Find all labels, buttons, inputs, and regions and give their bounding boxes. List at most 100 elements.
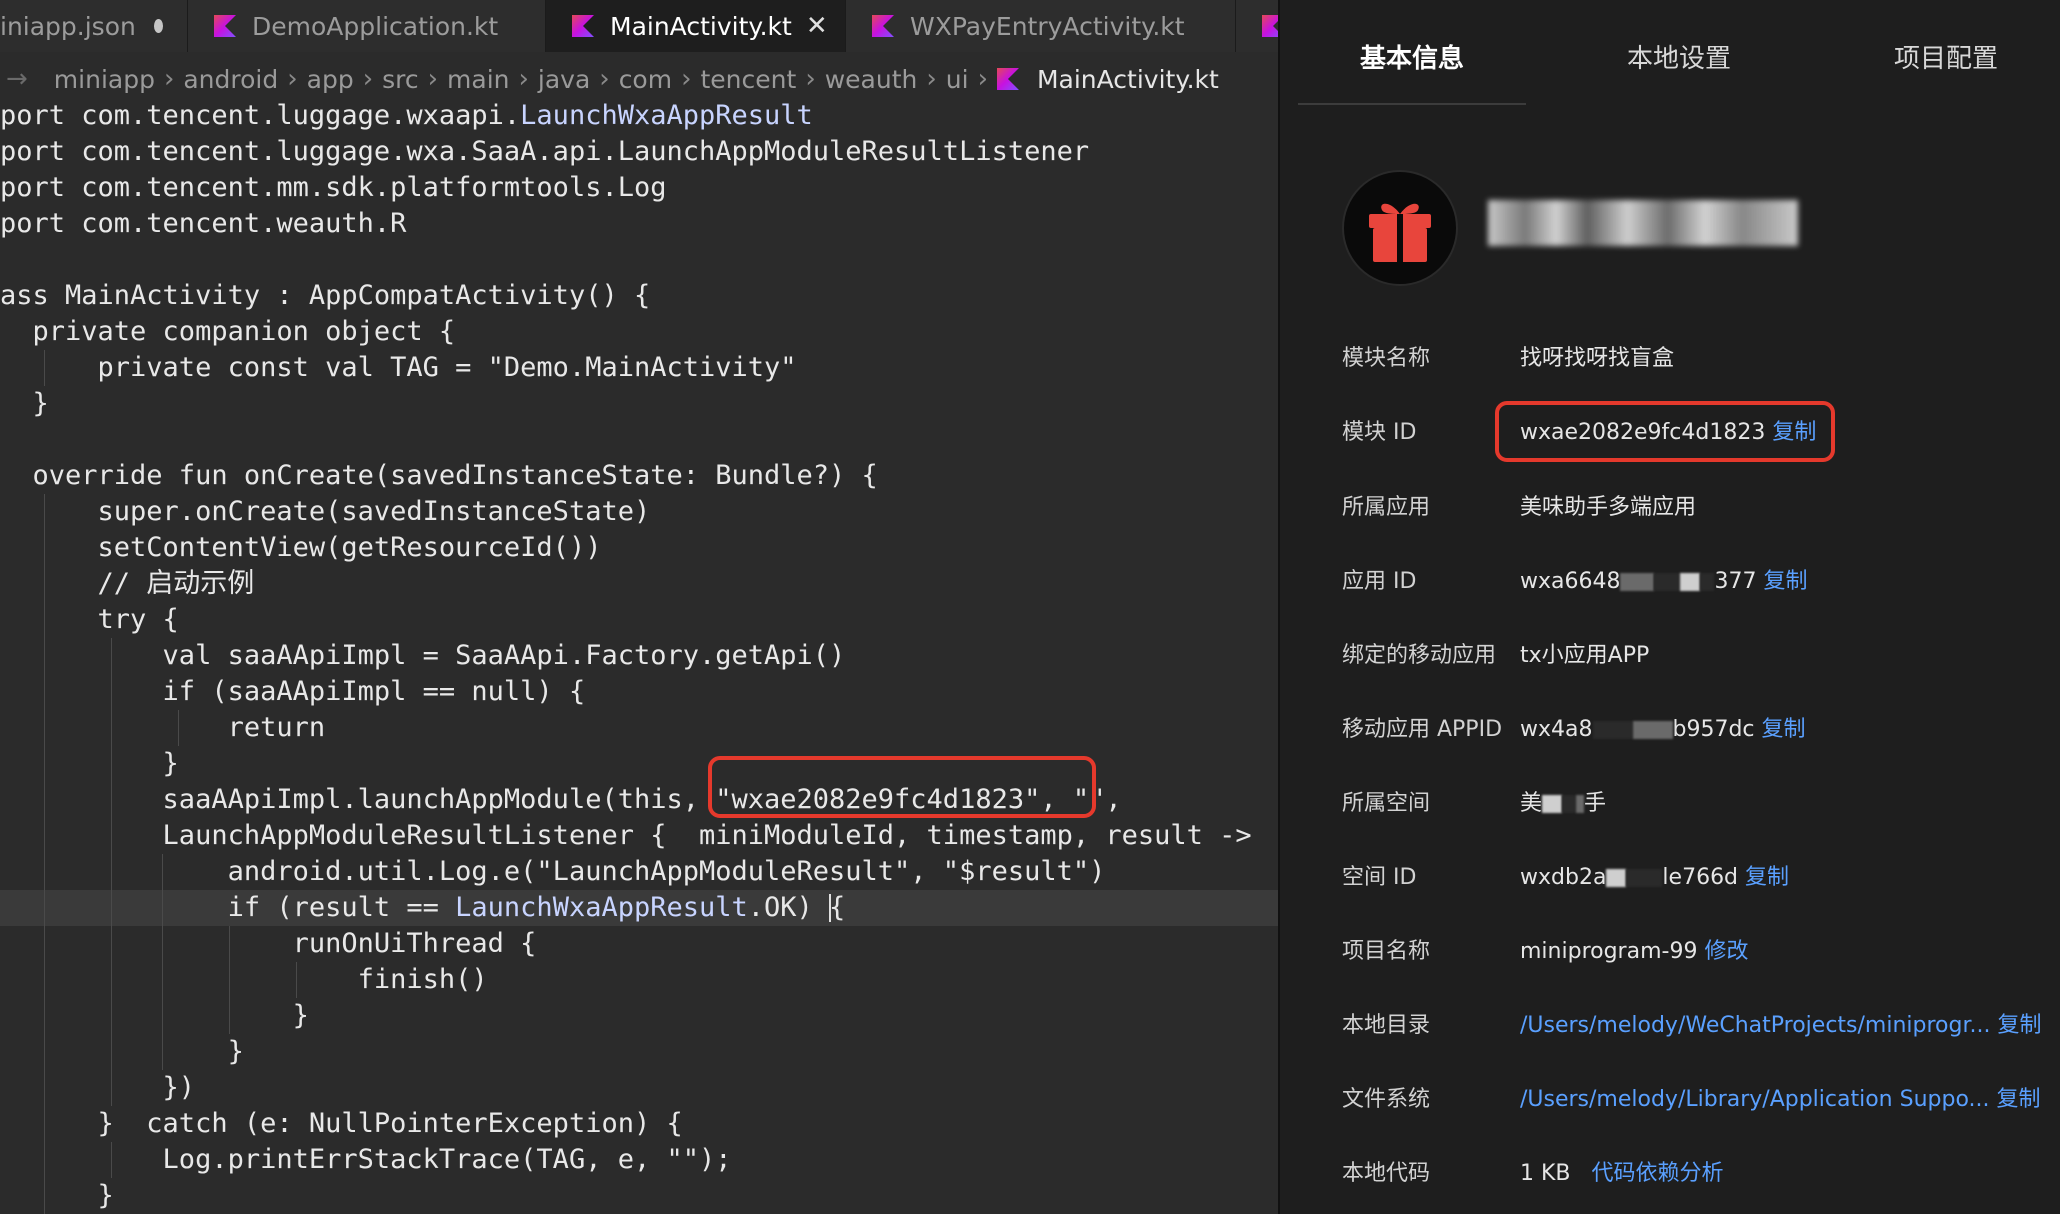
code-text: if (saaAApiImpl == null) {	[0, 676, 586, 707]
copy-mobile-appid-button[interactable]: 复制	[1762, 717, 1806, 742]
editor-tab-bar: iniapp.json DemoApplication.kt MainActiv…	[0, 0, 1278, 52]
redacted-text	[1626, 869, 1663, 887]
project-details-panel: 基本信息 本地设置 项目配置 模块名称 找呀找呀找盲盒 模块 ID wxae20…	[1280, 0, 2060, 1214]
tab-demo-application[interactable]: DemoApplication.kt	[188, 0, 546, 52]
breadcrumb-item[interactable]: app	[307, 65, 354, 94]
code-text: LaunchAppModuleResultListener { miniModu…	[0, 820, 1252, 851]
copy-space-id-button[interactable]: 复制	[1745, 865, 1789, 890]
code-editor[interactable]: iniapp.json DemoApplication.kt MainActiv…	[0, 0, 1278, 1214]
tab-wxpay-entry-activity[interactable]: WXPayEntryActivity.kt	[846, 0, 1236, 52]
copy-app-id-button[interactable]: 复制	[1763, 569, 1807, 594]
code-text: return	[0, 712, 326, 743]
redacted-app-name	[1488, 200, 1798, 246]
highlight-box	[708, 756, 1096, 818]
tab-miniapp-json[interactable]: iniapp.json	[0, 0, 188, 52]
mobile-appid-label: 移动应用 APPID	[1342, 717, 1503, 742]
code-line: private const val TAG = "Demo.MainActivi…	[0, 350, 1278, 386]
code-text: android.util.Log.e("LaunchAppModuleResul…	[0, 856, 1106, 887]
tab-label: DemoApplication.kt	[252, 11, 499, 41]
code-text: val saaAApiImpl = SaaAApi.Factory.getApi…	[0, 640, 846, 671]
breadcrumb-file[interactable]: MainActivity.kt	[1037, 65, 1219, 94]
code-line: port com.tencent.luggage.wxaapi.LaunchWx…	[0, 98, 1278, 134]
tab-label: WXPayEntryActivity.kt	[910, 11, 1185, 41]
tab-basic-info[interactable]: 基本信息	[1360, 38, 1464, 75]
breadcrumb-item[interactable]: com	[619, 65, 672, 94]
code-line: port com.tencent.luggage.wxa.SaaA.api.La…	[0, 136, 1090, 167]
code-text: setContentView(getResourceId())	[0, 532, 602, 563]
local-dir-label: 本地目录	[1342, 1013, 1431, 1038]
tab-label: iniapp.json	[0, 11, 136, 41]
current-code-line: if (result == LaunchWxaAppResult.OK) {	[0, 890, 1278, 926]
redacted-text	[1562, 795, 1577, 813]
file-system-link[interactable]: /Users/melody/Library/Application Suppo.…	[1520, 1087, 1990, 1112]
code-line: // 启动示例	[0, 566, 1278, 602]
app-value: 美味助手多端应用	[1520, 495, 1697, 520]
breadcrumb-item[interactable]: miniapp	[54, 65, 155, 94]
bound-app-label: 绑定的移动应用	[1342, 643, 1497, 668]
tab-project-config[interactable]: 项目配置	[1894, 38, 1998, 75]
redacted-text	[1700, 573, 1715, 591]
code-line: port com.tencent.weauth.R	[0, 208, 407, 239]
code-area[interactable]: port com.tencent.luggage.wxaapi.LaunchWx…	[0, 98, 1278, 1214]
code-text: }	[0, 1036, 244, 1067]
text-cursor	[829, 894, 831, 922]
chevron-right-icon: ›	[518, 64, 529, 94]
chevron-right-icon: ›	[163, 64, 175, 94]
space-id-value-start: wxdb2a	[1520, 865, 1607, 890]
breadcrumb-item[interactable]: src	[382, 65, 419, 94]
code-text: LaunchWxaAppResult	[520, 100, 813, 131]
breadcrumb-item[interactable]: java	[538, 65, 590, 94]
redacted-text	[1620, 573, 1655, 591]
chevron-right-icon: ›	[427, 64, 439, 94]
chevron-right-icon: ›	[681, 64, 692, 94]
copy-local-dir-button[interactable]: 复制	[1997, 1013, 2041, 1038]
kotlin-file-icon	[996, 68, 1019, 90]
file-system-value-group: /Users/melody/Library/Application Suppo.…	[1520, 1080, 2041, 1120]
local-dir-value-group: /Users/melody/WeChatProjects/miniprogr..…	[1520, 1006, 2042, 1046]
space-value-group: 美手	[1520, 784, 1606, 824]
code-line: return	[0, 710, 1278, 746]
project-name-label: 项目名称	[1342, 939, 1431, 964]
bound-app-value: tx小应用APP	[1520, 643, 1650, 668]
file-system-label: 文件系统	[1342, 1087, 1431, 1112]
code-line: finish()	[0, 962, 1278, 998]
code-text: Log.printErrStackTrace(TAG, e, "");	[0, 1144, 732, 1175]
breadcrumb: → miniapp › android › app › src › main › java…	[0, 57, 1278, 101]
code-text: try {	[0, 604, 179, 635]
kotlin-file-icon	[572, 15, 594, 37]
code-text: LaunchWxaAppResult	[455, 892, 748, 923]
code-text: })	[0, 1072, 196, 1103]
kotlin-file-icon	[214, 15, 236, 37]
app-id-value-start: wxa6648	[1520, 569, 1621, 594]
code-text: private const val TAG = "Demo.MainActivi…	[0, 352, 797, 383]
tab-local-settings[interactable]: 本地设置	[1627, 38, 1731, 75]
code-text: finish()	[0, 964, 488, 995]
breadcrumb-item[interactable]: main	[447, 65, 509, 94]
local-dir-link[interactable]: /Users/melody/WeChatProjects/miniprogr..…	[1520, 1013, 1990, 1038]
code-line: })	[0, 1070, 1278, 1106]
breadcrumb-item[interactable]: android	[183, 65, 278, 94]
app-id-label: 应用 ID	[1342, 569, 1417, 594]
code-text: }	[0, 1180, 114, 1211]
edit-project-name-button[interactable]: 修改	[1704, 939, 1748, 964]
copy-file-system-button[interactable]: 复制	[1997, 1087, 2041, 1112]
breadcrumb-item[interactable]: tencent	[701, 65, 797, 94]
space-id-value-end: le766d	[1662, 865, 1739, 890]
chevron-right-icon: ›	[926, 64, 937, 94]
redacted-text	[1606, 869, 1627, 887]
code-line: if (saaAApiImpl == null) {	[0, 674, 1278, 710]
close-icon[interactable]: ✕	[806, 11, 828, 41]
code-text: } catch (e: NullPointerException) {	[0, 1108, 683, 1139]
code-line: val saaAApiImpl = SaaAApi.Factory.getApi…	[0, 638, 1278, 674]
highlight-box	[1495, 401, 1835, 462]
code-line: port com.tencent.mm.sdk.platformtools.Lo…	[0, 172, 667, 203]
code-dependency-analysis-button[interactable]: 代码依赖分析	[1592, 1161, 1724, 1186]
breadcrumb-item[interactable]: ui	[946, 65, 969, 94]
breadcrumb-item[interactable]: weauth	[825, 65, 918, 94]
redacted-text	[1576, 795, 1585, 813]
tab-overflow[interactable]	[1236, 0, 1278, 52]
tab-main-activity[interactable]: MainActivity.kt ✕	[546, 0, 846, 52]
module-name-label: 模块名称	[1342, 346, 1431, 371]
